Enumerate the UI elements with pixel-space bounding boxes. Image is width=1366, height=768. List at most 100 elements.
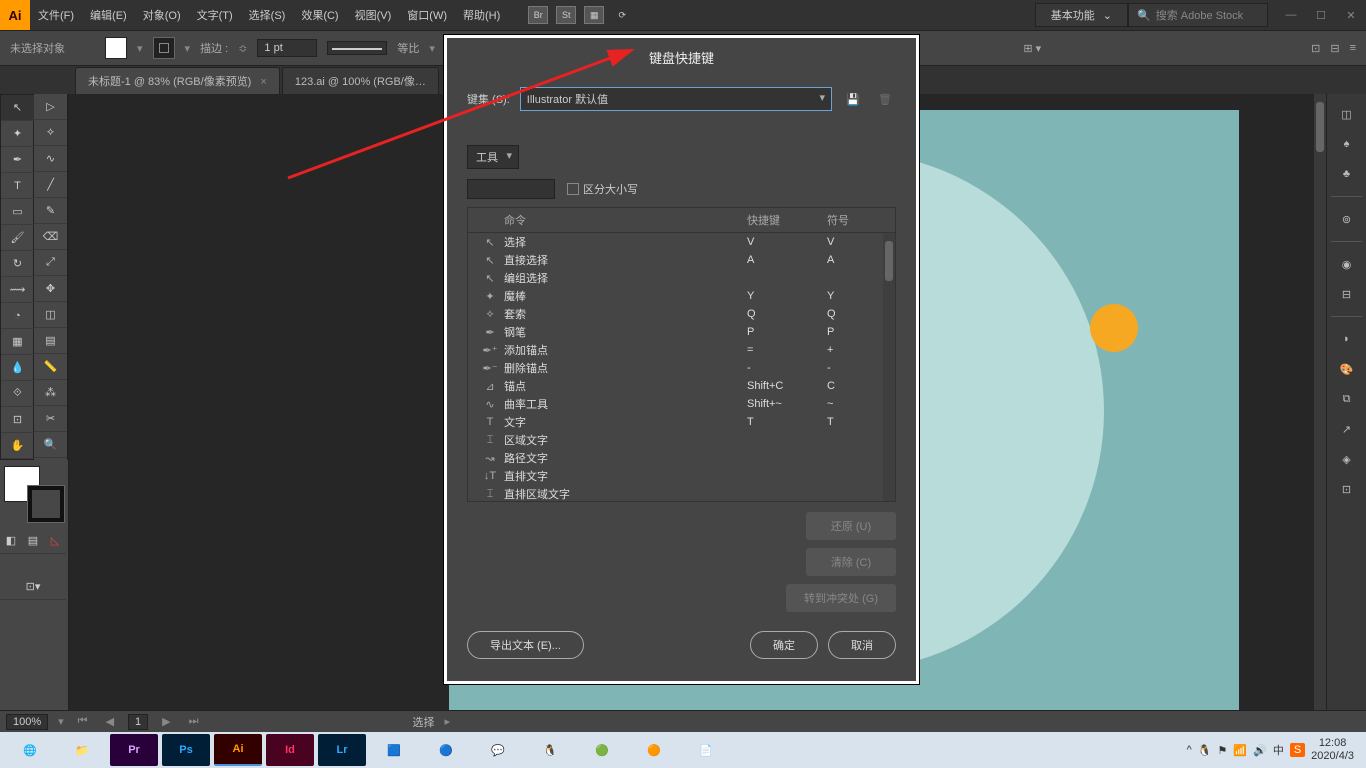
bridge-button[interactable]: Br (528, 6, 548, 24)
chat-taskbar-icon[interactable]: 💬 (474, 734, 522, 766)
uniform-label[interactable]: 等比 (397, 40, 419, 56)
restore-button[interactable]: 还原 (U) (806, 512, 896, 540)
workspace-selector[interactable]: 基本功能 ⌄ (1035, 3, 1128, 27)
scope-select[interactable]: 工具 (467, 145, 519, 169)
premiere-taskbar-icon[interactable]: Pr (110, 734, 158, 766)
qq-taskbar-icon[interactable]: 🐧 (526, 734, 574, 766)
shortcut-search-input[interactable] (467, 179, 555, 199)
shape-builder-tool[interactable]: ◔ (1, 303, 34, 329)
symbol-sprayer-tool[interactable]: ⁂ (34, 380, 67, 406)
prefs-icon[interactable]: ⊡ (1311, 42, 1320, 55)
stock-button[interactable]: St (556, 6, 576, 24)
table-scrollbar[interactable] (883, 233, 895, 501)
app2-taskbar-icon[interactable]: 🟠 (630, 734, 678, 766)
document-tab-2[interactable]: 123.ai @ 100% (RGB/像… (282, 67, 439, 94)
tab-close-icon[interactable]: × (260, 76, 266, 88)
hand-tool[interactable]: ✋ (1, 433, 34, 459)
eraser-tool[interactable]: ⌫ (34, 224, 67, 250)
delete-keyset-icon[interactable]: 🗑 (874, 89, 896, 109)
table-row[interactable]: ⟡套索QQ (468, 305, 895, 323)
first-page-icon[interactable]: ⏮ (74, 715, 92, 728)
window-max[interactable]: ☐ (1306, 5, 1336, 25)
tray-network-icon[interactable]: 📶 (1233, 744, 1247, 757)
none-mode-icon[interactable]: ◺ (44, 528, 66, 554)
browser-taskbar-icon[interactable]: 🌐 (6, 734, 54, 766)
table-row[interactable]: ↖选择VV (468, 233, 895, 251)
stroke-color-icon[interactable] (28, 486, 64, 522)
gpu-icon[interactable]: ⟳ (612, 6, 632, 24)
stroke-chevron-icon[interactable]: ▾ (185, 42, 191, 55)
menu-edit[interactable]: 编辑(E) (82, 7, 135, 23)
paintbrush-tool[interactable]: 🖌 (1, 225, 34, 251)
menu-view[interactable]: 视图(V) (347, 7, 400, 23)
direct-selection-tool[interactable]: ▷ (34, 94, 67, 120)
layers-panel-icon[interactable]: ⊡ (1331, 475, 1363, 503)
menu-effect[interactable]: 效果(C) (293, 7, 346, 23)
table-row[interactable]: ⌶区域文字 (468, 431, 895, 449)
case-sensitive-checkbox[interactable]: 区分大小写 (567, 181, 638, 197)
table-row[interactable]: ✒⁺添加锚点=+ (468, 341, 895, 359)
menu-window[interactable]: 窗口(W) (399, 7, 455, 23)
tray-volume-icon[interactable]: 🔊 (1253, 744, 1267, 757)
rotate-tool[interactable]: ↻ (1, 251, 34, 277)
palette-panel-icon[interactable]: 🎨 (1331, 355, 1363, 383)
table-row[interactable]: ⌶直排区域文字 (468, 485, 895, 501)
explorer-taskbar-icon[interactable]: 📁 (58, 734, 106, 766)
table-row[interactable]: ✒⁻删除锚点-- (468, 359, 895, 377)
shortcut-key[interactable]: Shift+C (747, 380, 827, 392)
asset-panel-icon[interactable]: ◈ (1331, 445, 1363, 473)
chrome-taskbar-icon[interactable]: 🟢 (578, 734, 626, 766)
measure-tool[interactable]: 📏 (34, 354, 67, 380)
table-row[interactable]: ↓T直排文字 (468, 467, 895, 485)
cc-panel-icon[interactable]: ⊚ (1331, 205, 1363, 233)
gradient-mode-icon[interactable]: ▤ (22, 528, 44, 554)
keyset-select[interactable]: Illustrator 默认值 (520, 87, 832, 111)
clear-button[interactable]: 清除 (C) (806, 548, 896, 576)
last-page-icon[interactable]: ⏭ (185, 715, 203, 728)
stroke-style[interactable] (327, 41, 387, 55)
fill-stroke-control[interactable] (4, 466, 64, 522)
app-taskbar-icon[interactable]: 🟦 (370, 734, 418, 766)
tray-ime-icon[interactable]: 中 (1273, 742, 1284, 758)
menu-file[interactable]: 文件(F) (30, 7, 82, 23)
tray-s-icon[interactable]: S (1290, 743, 1305, 757)
artboard-number[interactable]: 1 (128, 714, 148, 730)
menu-object[interactable]: 对象(O) (135, 7, 189, 23)
gradient-tool[interactable]: ▤ (34, 328, 67, 354)
pen-tool[interactable]: ✒ (1, 147, 34, 173)
zoom-select[interactable]: 100% (6, 714, 48, 730)
tray-flag-icon[interactable]: ⚑ (1218, 744, 1228, 757)
shortcut-key[interactable]: V (747, 236, 827, 248)
free-transform-tool[interactable]: ✥ (34, 276, 67, 302)
shortcut-key[interactable]: Shift+~ (747, 398, 827, 410)
stroke-swatch[interactable] (153, 37, 175, 59)
table-row[interactable]: ✦魔棒YY (468, 287, 895, 305)
indesign-taskbar-icon[interactable]: Id (266, 734, 314, 766)
shortcut-key[interactable]: Y (747, 290, 827, 302)
zoom-chevron-icon[interactable]: ▾ (58, 715, 64, 728)
shortcut-key[interactable]: Q (747, 308, 827, 320)
properties-panel-icon[interactable]: ◫ (1331, 100, 1363, 128)
table-row[interactable]: ↖编组选择 (468, 269, 895, 287)
color-mode-icon[interactable]: ◧ (0, 528, 22, 554)
perspective-tool[interactable]: ◫ (34, 302, 67, 328)
table-body[interactable]: ↖选择VV↖直接选择AA↖编组选择✦魔棒YY⟡套索QQ✒钢笔PP✒⁺添加锚点=+… (468, 233, 895, 501)
fill-chevron-icon[interactable]: ▾ (137, 42, 143, 55)
shortcut-key[interactable]: A (747, 254, 827, 266)
artboard-tool[interactable]: ⊡ (1, 407, 34, 433)
type-tool[interactable]: T (1, 173, 34, 199)
goto-conflict-button[interactable]: 转到冲突处 (G) (786, 584, 896, 612)
save-keyset-icon[interactable]: 💾 (842, 89, 864, 109)
photoshop-taskbar-icon[interactable]: Ps (162, 734, 210, 766)
next-page-icon[interactable]: ▶ (158, 715, 174, 728)
tray-up-icon[interactable]: ^ (1187, 744, 1192, 756)
lightroom-taskbar-icon[interactable]: Lr (318, 734, 366, 766)
table-row[interactable]: ∿曲率工具Shift+~~ (468, 395, 895, 413)
slice-tool[interactable]: ✂ (34, 406, 67, 432)
ball-taskbar-icon[interactable]: 🔵 (422, 734, 470, 766)
links-panel-icon[interactable]: ⧉ (1331, 385, 1363, 413)
table-row[interactable]: ✒钢笔PP (468, 323, 895, 341)
zoom-tool[interactable]: 🔍 (34, 432, 67, 458)
export-text-button[interactable]: 导出文本 (E)... (467, 631, 584, 659)
fill-swatch[interactable] (105, 37, 127, 59)
